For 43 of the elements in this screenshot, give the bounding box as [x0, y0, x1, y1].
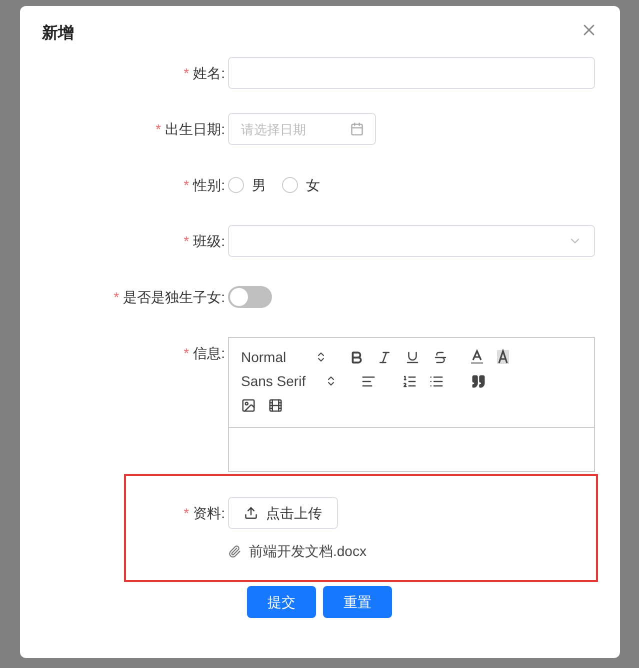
field-label: 资料:	[193, 504, 225, 522]
required-mark: *	[184, 176, 190, 194]
quote-icon[interactable]	[471, 374, 486, 388]
toggle-switch[interactable]	[228, 286, 272, 308]
file-link[interactable]: 前端开发文档.docx	[249, 541, 366, 562]
date-input[interactable]: 请选择日期	[228, 113, 376, 145]
upload-icon	[244, 506, 258, 520]
strikethrough-icon[interactable]	[433, 350, 448, 364]
bullet-list-icon[interactable]	[429, 374, 444, 388]
up-down-arrows-icon	[315, 351, 327, 363]
required-mark: *	[114, 288, 120, 306]
header-select[interactable]: Normal	[241, 346, 339, 368]
up-down-arrows-icon	[325, 375, 337, 387]
field-label: 性别:	[193, 176, 225, 194]
film-icon[interactable]	[268, 398, 283, 412]
field-label: 出生日期:	[165, 120, 225, 138]
font-select[interactable]: Sans Serif	[241, 370, 349, 392]
text-color-icon[interactable]	[470, 349, 484, 365]
align-icon[interactable]	[361, 374, 376, 388]
field-label: 信息:	[193, 344, 225, 362]
underline-icon[interactable]	[405, 350, 420, 364]
required-mark: *	[156, 120, 162, 138]
image-icon[interactable]	[241, 398, 256, 412]
highlight-color-icon[interactable]	[496, 349, 510, 365]
radio-option[interactable]: 女	[282, 174, 320, 196]
paperclip-icon	[228, 545, 241, 558]
required-mark: *	[184, 64, 190, 82]
form-button[interactable]: 重置	[323, 586, 392, 618]
field-label: 班级:	[193, 232, 225, 250]
required-mark: *	[184, 232, 190, 250]
ordered-list-icon[interactable]	[402, 374, 417, 388]
calendar-icon	[350, 122, 364, 136]
required-mark: *	[184, 344, 190, 362]
italic-icon[interactable]	[377, 350, 392, 364]
upload-button[interactable]: 点击上传	[228, 497, 338, 529]
name-input[interactable]	[228, 57, 595, 89]
field-label: 姓名:	[193, 64, 225, 82]
field-label: 是否是独生子女:	[123, 288, 225, 306]
radio-option[interactable]: 男	[228, 174, 266, 196]
form-button[interactable]: 提交	[247, 586, 316, 618]
bold-icon[interactable]	[349, 350, 364, 364]
required-mark: *	[184, 504, 190, 522]
dialog-title: 新增	[42, 23, 74, 44]
